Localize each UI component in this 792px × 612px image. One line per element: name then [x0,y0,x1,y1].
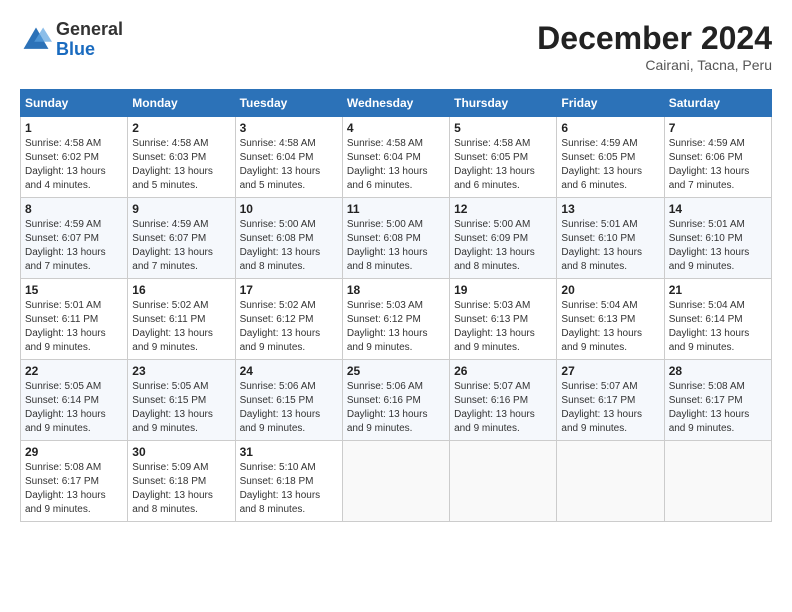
logo: General Blue [20,20,123,60]
week-row: 15 Sunrise: 5:01 AMSunset: 6:11 PMDaylig… [21,279,772,360]
logo-icon [20,24,52,56]
table-row: 27 Sunrise: 5:07 AMSunset: 6:17 PMDaylig… [557,360,664,441]
col-monday: Monday [128,90,235,117]
table-row: 18 Sunrise: 5:03 AMSunset: 6:12 PMDaylig… [342,279,449,360]
location: Cairani, Tacna, Peru [537,57,772,73]
table-row: 25 Sunrise: 5:06 AMSunset: 6:16 PMDaylig… [342,360,449,441]
table-row: 22 Sunrise: 5:05 AMSunset: 6:14 PMDaylig… [21,360,128,441]
table-row: 2 Sunrise: 4:58 AMSunset: 6:03 PMDayligh… [128,117,235,198]
week-row: 1 Sunrise: 4:58 AMSunset: 6:02 PMDayligh… [21,117,772,198]
table-row [450,441,557,522]
table-row: 11 Sunrise: 5:00 AMSunset: 6:08 PMDaylig… [342,198,449,279]
table-row: 17 Sunrise: 5:02 AMSunset: 6:12 PMDaylig… [235,279,342,360]
col-thursday: Thursday [450,90,557,117]
table-row: 12 Sunrise: 5:00 AMSunset: 6:09 PMDaylig… [450,198,557,279]
col-sunday: Sunday [21,90,128,117]
calendar-header-row: Sunday Monday Tuesday Wednesday Thursday… [21,90,772,117]
month-title: December 2024 [537,20,772,57]
table-row: 15 Sunrise: 5:01 AMSunset: 6:11 PMDaylig… [21,279,128,360]
col-saturday: Saturday [664,90,771,117]
table-row: 9 Sunrise: 4:59 AMSunset: 6:07 PMDayligh… [128,198,235,279]
table-row: 3 Sunrise: 4:58 AMSunset: 6:04 PMDayligh… [235,117,342,198]
table-row: 6 Sunrise: 4:59 AMSunset: 6:05 PMDayligh… [557,117,664,198]
table-row: 28 Sunrise: 5:08 AMSunset: 6:17 PMDaylig… [664,360,771,441]
table-row: 7 Sunrise: 4:59 AMSunset: 6:06 PMDayligh… [664,117,771,198]
logo-blue-text: Blue [56,39,95,59]
table-row: 24 Sunrise: 5:06 AMSunset: 6:15 PMDaylig… [235,360,342,441]
col-tuesday: Tuesday [235,90,342,117]
week-row: 29 Sunrise: 5:08 AMSunset: 6:17 PMDaylig… [21,441,772,522]
table-row [557,441,664,522]
table-row: 20 Sunrise: 5:04 AMSunset: 6:13 PMDaylig… [557,279,664,360]
table-row: 1 Sunrise: 4:58 AMSunset: 6:02 PMDayligh… [21,117,128,198]
table-row: 31 Sunrise: 5:10 AMSunset: 6:18 PMDaylig… [235,441,342,522]
table-row: 8 Sunrise: 4:59 AMSunset: 6:07 PMDayligh… [21,198,128,279]
table-row: 21 Sunrise: 5:04 AMSunset: 6:14 PMDaylig… [664,279,771,360]
page-header: General Blue December 2024 Cairani, Tacn… [20,20,772,73]
calendar-table: Sunday Monday Tuesday Wednesday Thursday… [20,89,772,522]
table-row: 23 Sunrise: 5:05 AMSunset: 6:15 PMDaylig… [128,360,235,441]
table-row: 29 Sunrise: 5:08 AMSunset: 6:17 PMDaylig… [21,441,128,522]
table-row: 16 Sunrise: 5:02 AMSunset: 6:11 PMDaylig… [128,279,235,360]
table-row: 26 Sunrise: 5:07 AMSunset: 6:16 PMDaylig… [450,360,557,441]
table-row: 19 Sunrise: 5:03 AMSunset: 6:13 PMDaylig… [450,279,557,360]
table-row: 13 Sunrise: 5:01 AMSunset: 6:10 PMDaylig… [557,198,664,279]
title-block: December 2024 Cairani, Tacna, Peru [537,20,772,73]
week-row: 22 Sunrise: 5:05 AMSunset: 6:14 PMDaylig… [21,360,772,441]
table-row: 10 Sunrise: 5:00 AMSunset: 6:08 PMDaylig… [235,198,342,279]
table-row: 4 Sunrise: 4:58 AMSunset: 6:04 PMDayligh… [342,117,449,198]
table-row: 30 Sunrise: 5:09 AMSunset: 6:18 PMDaylig… [128,441,235,522]
logo-general-text: General [56,19,123,39]
table-row [342,441,449,522]
week-row: 8 Sunrise: 4:59 AMSunset: 6:07 PMDayligh… [21,198,772,279]
table-row: 14 Sunrise: 5:01 AMSunset: 6:10 PMDaylig… [664,198,771,279]
calendar-body: 1 Sunrise: 4:58 AMSunset: 6:02 PMDayligh… [21,117,772,522]
table-row [664,441,771,522]
col-wednesday: Wednesday [342,90,449,117]
table-row: 5 Sunrise: 4:58 AMSunset: 6:05 PMDayligh… [450,117,557,198]
col-friday: Friday [557,90,664,117]
